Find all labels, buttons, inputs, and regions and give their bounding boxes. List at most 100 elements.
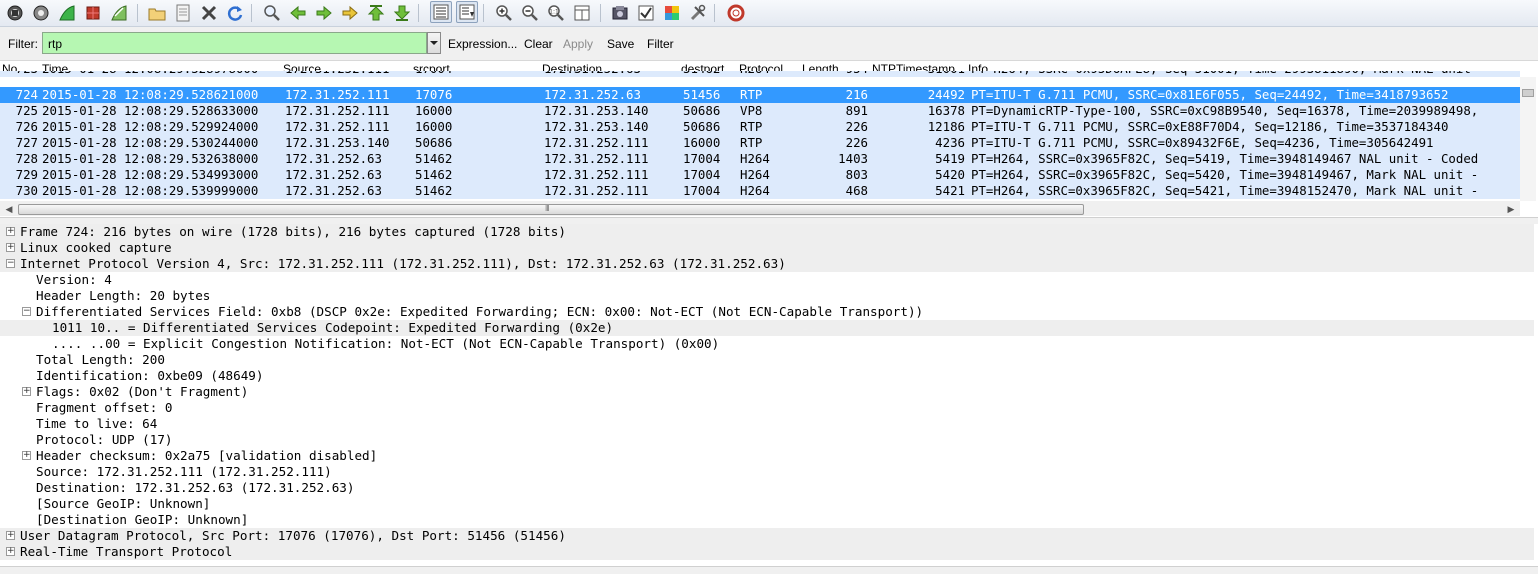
tree-node[interactable]: Identification: 0xbe09 (48649) bbox=[0, 368, 1534, 384]
tree-node[interactable]: Version: 4 bbox=[0, 272, 1534, 288]
packet-cell-dst: 172.31.252.63 bbox=[544, 87, 641, 102]
horizontal-scroll-thumb[interactable]: III bbox=[18, 204, 1084, 215]
colorize-button[interactable] bbox=[430, 1, 452, 23]
tree-node[interactable]: Destination: 172.31.252.63 (172.31.252.6… bbox=[0, 480, 1534, 496]
filter-dropdown-button[interactable] bbox=[427, 32, 441, 54]
expand-icon[interactable]: + bbox=[6, 243, 15, 252]
find-packet-button[interactable] bbox=[262, 3, 282, 23]
open-file-button[interactable] bbox=[147, 3, 167, 23]
vertical-scroll-thumb[interactable] bbox=[1522, 89, 1534, 97]
zoom-in-button[interactable] bbox=[494, 3, 514, 23]
toolbar-separator bbox=[137, 4, 138, 22]
packet-list[interactable]: No. Time Source srcport Destination dest… bbox=[0, 61, 1538, 216]
collapse-icon[interactable]: − bbox=[22, 307, 31, 316]
expression-button[interactable]: Expression... bbox=[448, 37, 517, 51]
tree-node-label: Real-Time Transport Protocol bbox=[20, 544, 233, 559]
clear-button[interactable]: Clear bbox=[524, 37, 553, 51]
preferences-button[interactable] bbox=[688, 3, 708, 23]
tree-node[interactable]: Header Length: 20 bytes bbox=[0, 288, 1534, 304]
packet-row[interactable]: 729 2015-01-28 12:08:29.534993000 172.31.2… bbox=[0, 167, 1520, 183]
scroll-left-icon[interactable]: ◀ bbox=[4, 204, 14, 214]
go-last-button[interactable] bbox=[392, 3, 412, 23]
tree-node[interactable]: + Flags: 0x02 (Don't Fragment) bbox=[0, 384, 1534, 400]
expand-icon[interactable]: + bbox=[22, 451, 31, 460]
filter-label: Filter: bbox=[8, 37, 38, 51]
apply-button[interactable]: Apply bbox=[563, 37, 593, 51]
tree-node[interactable]: .... ..00 = Explicit Congestion Notifica… bbox=[0, 336, 1534, 352]
options-button[interactable] bbox=[31, 3, 51, 23]
packet-cell-src: 172.31.252.63 bbox=[285, 167, 382, 182]
resize-columns-button[interactable] bbox=[572, 3, 592, 23]
tree-node-label: [Destination GeoIP: Unknown] bbox=[36, 512, 249, 527]
expand-icon[interactable]: + bbox=[6, 547, 15, 556]
packet-row[interactable]: 730 2015-01-28 12:08:29.539999000 172.31.2… bbox=[0, 183, 1520, 199]
tree-node-label: Differentiated Services Field: 0xb8 (DSC… bbox=[36, 304, 924, 319]
packet-row[interactable]: 726 2015-01-28 12:08:29.529924000 172.31.2… bbox=[0, 119, 1520, 135]
restart-capture-button[interactable] bbox=[109, 3, 129, 23]
go-back-button[interactable] bbox=[288, 3, 308, 23]
tree-node[interactable]: Time to live: 64 bbox=[0, 416, 1534, 432]
filter-toolbar: Filter: rtp Expression... Clear Apply Sa… bbox=[0, 27, 1538, 61]
zoom-out-button[interactable] bbox=[520, 3, 540, 23]
stop-capture-button[interactable] bbox=[83, 3, 103, 23]
auto-scroll-button[interactable] bbox=[456, 1, 478, 23]
go-to-packet-button[interactable] bbox=[340, 3, 360, 23]
help-button[interactable] bbox=[726, 3, 746, 23]
zoom-normal-button[interactable]: 1:1 bbox=[546, 3, 566, 23]
packet-row[interactable]: 728 2015-01-28 12:08:29.532638000 172.31.2… bbox=[0, 151, 1520, 167]
packet-row[interactable]: 724 2015-01-28 12:08:29.528621000 172.31.2… bbox=[0, 87, 1520, 103]
display-filters-button[interactable] bbox=[636, 3, 656, 23]
stop-capture-icon bbox=[86, 6, 100, 20]
tree-node[interactable]: Fragment offset: 0 bbox=[0, 400, 1534, 416]
packet-cell-srcport: 16000 bbox=[415, 119, 453, 134]
interfaces-button[interactable] bbox=[5, 3, 25, 23]
go-forward-button[interactable] bbox=[314, 3, 334, 23]
tree-node[interactable]: − Internet Protocol Version 4, Src: 172.3… bbox=[0, 256, 1534, 272]
tree-node[interactable]: Protocol: UDP (17) bbox=[0, 432, 1534, 448]
tree-node[interactable]: + Frame 724: 216 bytes on wire (1728 bits… bbox=[0, 224, 1534, 240]
tree-node[interactable]: [Source GeoIP: Unknown] bbox=[0, 496, 1534, 512]
tree-node[interactable]: Total Length: 200 bbox=[0, 352, 1534, 368]
packet-row[interactable]: 725 2015-01-28 12:08:29.528633000 172.31.2… bbox=[0, 103, 1520, 119]
capture-filters-button[interactable] bbox=[610, 3, 630, 23]
scroll-right-icon[interactable]: ▶ bbox=[1506, 204, 1516, 214]
filter-button[interactable]: Filter bbox=[647, 37, 674, 51]
preferences-icon bbox=[690, 4, 706, 21]
tree-node[interactable]: 1011 10.. = Differentiated Services Code… bbox=[0, 320, 1534, 336]
packet-cell-src: 172.31.252.111 bbox=[285, 103, 390, 118]
save-file-button[interactable] bbox=[173, 3, 193, 23]
packet-cell-no: 725 bbox=[15, 103, 38, 118]
packet-details-tree[interactable]: + Frame 724: 216 bytes on wire (1728 bits… bbox=[0, 224, 1538, 568]
filter-input[interactable]: rtp bbox=[42, 32, 427, 54]
packet-row[interactable]: 727 2015-01-28 12:08:29.530244000 172.31.2… bbox=[0, 135, 1520, 151]
tree-node[interactable]: + User Datagram Protocol, Src Port: 17076… bbox=[0, 528, 1534, 544]
open-file-icon bbox=[148, 8, 166, 21]
packet-cell-dstport: 17004 bbox=[683, 167, 721, 182]
packet-row[interactable]: 723 2015-01-28 12:08:29.528978000 172.31.2… bbox=[0, 71, 1520, 77]
coloring-rules-button[interactable] bbox=[662, 3, 682, 23]
tree-node[interactable]: Source: 172.31.252.111 (172.31.252.111) bbox=[0, 464, 1534, 480]
tree-node[interactable]: + Real-Time Transport Protocol bbox=[0, 544, 1534, 560]
tree-node[interactable]: + Header checksum: 0x2a75 [validation dis… bbox=[0, 448, 1534, 464]
start-capture-button[interactable] bbox=[57, 3, 77, 23]
packet-list-horizontal-scrollbar[interactable]: ◀ III ▶ bbox=[0, 201, 1520, 216]
tree-node[interactable]: [Destination GeoIP: Unknown] bbox=[0, 512, 1534, 528]
expand-icon[interactable]: + bbox=[6, 531, 15, 540]
tree-node[interactable]: + Linux cooked capture bbox=[0, 240, 1534, 256]
expand-icon[interactable]: + bbox=[6, 227, 15, 236]
packet-cell-dstport: 50686 bbox=[683, 119, 721, 134]
packet-cell-dstport: 51456 bbox=[683, 87, 721, 102]
collapse-icon[interactable]: − bbox=[6, 259, 15, 268]
close-file-button[interactable] bbox=[199, 3, 219, 23]
go-first-button[interactable] bbox=[366, 3, 386, 23]
reload-button[interactable] bbox=[225, 3, 245, 23]
packet-cell-dstport: 17004 bbox=[683, 151, 721, 166]
expand-icon[interactable]: + bbox=[22, 387, 31, 396]
packet-list-vertical-scrollbar[interactable] bbox=[1520, 77, 1536, 201]
packet-cell-dst: 172.31.252.111 bbox=[544, 135, 649, 150]
tree-node[interactable]: − Differentiated Services Field: 0xb8 (DS… bbox=[0, 304, 1534, 320]
save-button[interactable]: Save bbox=[607, 37, 634, 51]
packet-cell-no: 729 bbox=[15, 167, 38, 182]
packet-cell-dst: 172.31.252.63 bbox=[544, 71, 641, 77]
packet-cell-len: 226 bbox=[845, 135, 868, 150]
